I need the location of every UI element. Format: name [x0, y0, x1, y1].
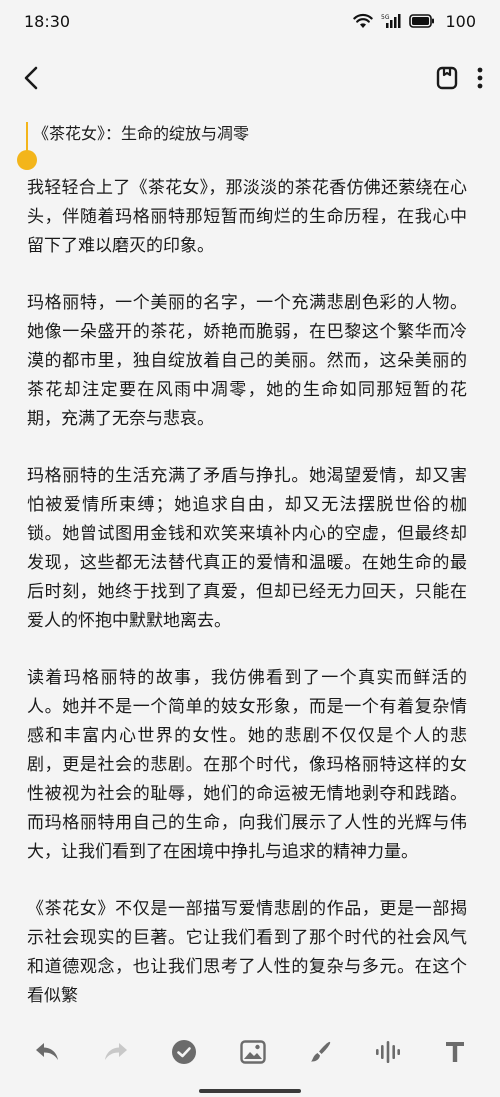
brush-button[interactable]: [309, 1040, 333, 1064]
more-vertical-icon: [477, 67, 483, 89]
home-indicator[interactable]: [199, 1089, 301, 1093]
paragraph: 读着玛格丽特的故事，我仿佛看到了一个真实而鲜活的人。她并不是一个简单的妓女形象，…: [27, 668, 467, 862]
bookmark-icon: [436, 66, 458, 90]
status-bar: 18:30 5G 100: [0, 0, 500, 42]
paragraph: 玛格丽特的生活充满了矛盾与挣扎。她渴望爱情，却又害怕被爱情所束缚；她追求自由，却…: [27, 466, 467, 631]
wifi-icon: [353, 13, 374, 29]
audio-wave-icon: [376, 1041, 401, 1063]
insert-image-button[interactable]: [240, 1040, 266, 1064]
brush-icon: [310, 1041, 330, 1062]
note-editor[interactable]: 《茶花女》：生命的绽放与凋零 我轻轻合上了《茶花女》，那淡淡的茶花香仿佛还萦绕在…: [27, 118, 467, 1039]
text-format-button[interactable]: [444, 1040, 466, 1064]
checklist-button[interactable]: [171, 1039, 197, 1065]
voice-input-button[interactable]: [375, 1040, 401, 1064]
status-time: 18:30: [24, 11, 71, 31]
svg-text:5G: 5G: [381, 14, 390, 21]
note-body[interactable]: 我轻轻合上了《茶花女》，那淡淡的茶花香仿佛还萦绕在心头，伴随着玛格丽特那短暂而绚…: [27, 174, 467, 1011]
back-button[interactable]: [22, 66, 42, 90]
app-bar: [0, 52, 500, 104]
paragraph: 《茶花女》不仅是一部描写爱情悲剧的作品，更是一部揭示社会现实的巨著。它让我们看到…: [27, 899, 467, 1006]
check-circle-icon: [172, 1040, 197, 1064]
paragraph: 玛格丽特，一个美丽的名字，一个充满悲剧色彩的人物。她像一朵盛开的茶花，娇艳而脆弱…: [27, 293, 467, 429]
undo-button[interactable]: [34, 1041, 60, 1063]
back-arrow-icon: [24, 66, 38, 90]
redo-icon: [104, 1043, 127, 1060]
editor-toolbar: [0, 1026, 500, 1078]
cellular-signal-icon: 5G: [381, 13, 401, 29]
undo-icon: [36, 1043, 58, 1060]
bookmark-button[interactable]: [436, 66, 458, 90]
status-icons: 5G 100: [353, 12, 476, 31]
image-icon: [240, 1040, 266, 1064]
paragraph: 我轻轻合上了《茶花女》，那淡淡的茶花香仿佛还萦绕在心头，伴随着玛格丽特那短暂而绚…: [27, 178, 467, 256]
redo-button[interactable]: [103, 1041, 129, 1063]
more-options-button[interactable]: [476, 66, 484, 90]
note-title[interactable]: 《茶花女》：生命的绽放与凋零: [27, 118, 467, 150]
battery-icon: [409, 14, 435, 28]
text-format-icon: [445, 1042, 464, 1062]
battery-level: 100: [445, 11, 476, 31]
